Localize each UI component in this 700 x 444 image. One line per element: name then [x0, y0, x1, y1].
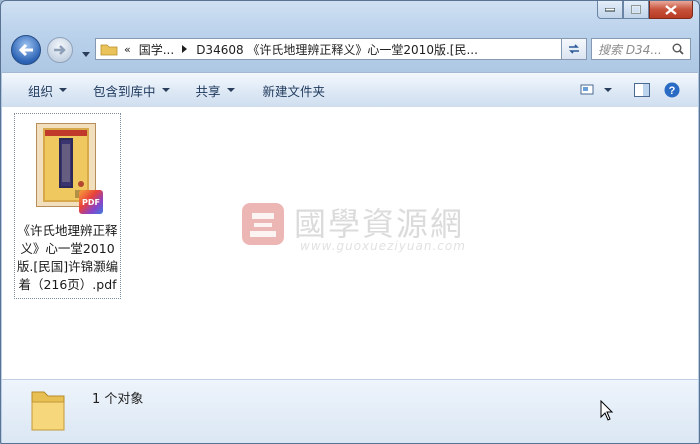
back-button[interactable] [11, 35, 41, 65]
new-folder-label: 新建文件夹 [262, 83, 326, 99]
item-count: 1 个对象 [92, 392, 144, 407]
file-list-pane[interactable]: PDF 《许氏地理辨正释义》心一堂2010版.[民国]许锦灏编着（216页）.p… [2, 107, 698, 379]
maximize-icon [631, 5, 641, 14]
folder-large-icon [31, 391, 65, 431]
navigation-bar: « 国学... D34608 《许氏地理辨正释义》心一堂2010版.[民... … [9, 35, 691, 65]
search-icon [672, 43, 684, 55]
search-input[interactable]: 搜索 D34... [591, 38, 691, 60]
view-caret-icon [604, 88, 612, 92]
breadcrumb-item-guoxue[interactable]: 国学... [139, 41, 174, 58]
close-icon [665, 4, 677, 15]
minimize-icon [605, 7, 615, 11]
folder-icon [100, 44, 118, 56]
help-icon: ? [664, 82, 680, 98]
details-pane: 1 个对象 [2, 379, 698, 443]
breadcrumb-separator-icon[interactable] [182, 45, 188, 53]
svg-text:?: ? [669, 85, 676, 97]
file-item[interactable]: PDF 《许氏地理辨正释义》心一堂2010版.[民国]许锦灏编着（216页）.p… [14, 113, 121, 299]
back-arrow-icon [18, 43, 33, 57]
recent-pages-dropdown[interactable] [82, 46, 90, 60]
organize-label: 组织 [28, 83, 54, 99]
watermark-url: www.guoxueziyuan.com [300, 239, 466, 253]
share-caret-icon [226, 88, 235, 92]
watermark-logo-icon [242, 203, 284, 245]
include-library-caret-icon [161, 88, 170, 92]
watermark: 國學資源網 www.guoxueziyuan.com [238, 199, 478, 255]
forward-button[interactable] [47, 37, 73, 63]
address-bar[interactable]: « 国学... D34608 《许氏地理辨正释义》心一堂2010版.[民... [95, 38, 585, 60]
breadcrumb-item-current[interactable]: D34608 《许氏地理辨正释义》心一堂2010版.[民... [196, 41, 496, 58]
minimize-button[interactable] [597, 1, 623, 19]
mouse-cursor-icon [600, 400, 614, 421]
pdf-badge-icon: PDF [79, 190, 103, 214]
forward-arrow-icon [54, 45, 66, 55]
share-menu[interactable]: 共享 [196, 73, 235, 107]
include-library-menu[interactable]: 包含到库中 [93, 73, 170, 107]
refresh-button[interactable] [561, 38, 587, 60]
refresh-icon [569, 44, 579, 54]
share-label: 共享 [195, 83, 221, 99]
close-button[interactable] [649, 1, 693, 19]
organize-caret-icon [59, 88, 68, 92]
help-button[interactable]: ? [664, 73, 680, 107]
view-icon [580, 84, 594, 95]
preview-pane-icon [634, 83, 650, 97]
preview-pane-button[interactable] [634, 73, 650, 107]
explorer-window: « 国学... D34608 《许氏地理辨正释义》心一堂2010版.[民... … [0, 0, 700, 444]
include-library-label: 包含到库中 [93, 83, 156, 99]
maximize-button[interactable] [623, 1, 649, 19]
change-view-button[interactable] [580, 73, 612, 107]
file-name[interactable]: 《许氏地理辨正释义》心一堂2010版.[民国]许锦灏编着（216页）.pdf [15, 222, 120, 294]
search-placeholder: 搜索 D34... [598, 42, 662, 57]
chevron-down-icon [82, 52, 90, 57]
caption-buttons [597, 1, 693, 21]
new-folder-button[interactable]: 新建文件夹 [263, 73, 326, 107]
breadcrumb-overflow[interactable]: « [124, 43, 131, 56]
command-bar: 组织 包含到库中 共享 新建文件夹 ? [2, 72, 698, 108]
organize-menu[interactable]: 组织 [28, 73, 68, 107]
